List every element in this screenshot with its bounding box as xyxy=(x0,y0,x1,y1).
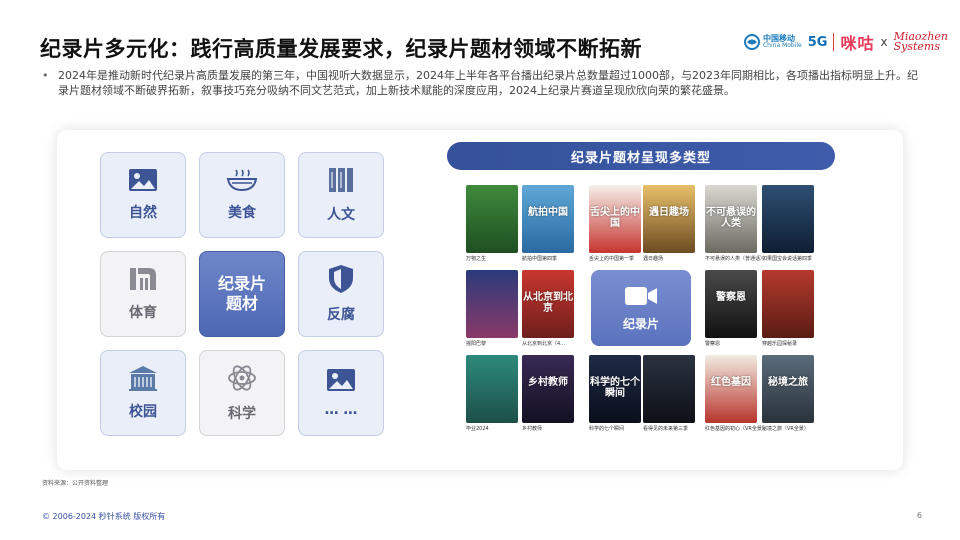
bowl-icon xyxy=(226,169,258,192)
documentary-tile: 纪录片 xyxy=(591,270,691,346)
poster-caption: 红色基因的初心（VR全景） xyxy=(705,426,767,432)
atom-icon xyxy=(228,365,256,391)
tile-center-topic: 纪录片 题材 xyxy=(199,251,285,337)
topic-banner: 纪录片题材呈现多类型 xyxy=(447,142,835,170)
intro-bullet: • 2024年是推动新时代纪录片高质量发展的第三年，中国视听大数据显示，2024… xyxy=(42,68,922,98)
documentary-poster: 舌尖上的中国 xyxy=(589,185,641,253)
documentary-poster xyxy=(466,355,518,423)
poster-caption: 从北京到北京（4… xyxy=(522,341,566,347)
tile-anticorruption: 反腐 xyxy=(298,251,384,337)
poster-title: 航拍中国 xyxy=(528,207,568,218)
stadium-icon xyxy=(130,268,156,290)
tile-campus: 校园 xyxy=(100,350,186,436)
intro-text: 2024年是推动新时代纪录片高质量发展的第三年，中国视听大数据显示，2024年上… xyxy=(58,69,918,97)
poster-caption: 科学的七个瞬间 xyxy=(589,426,625,432)
poster-title: 红色基因 xyxy=(711,377,751,388)
china-mobile-icon xyxy=(743,34,760,50)
school-building-icon xyxy=(129,366,157,391)
poster-title: 舌尖上的中国 xyxy=(590,207,640,229)
tile-nature: 自然 xyxy=(100,152,186,238)
documentary-poster: 乡村教师 xyxy=(522,355,574,423)
documentary-poster xyxy=(466,185,518,253)
poster-caption: 万物之生 xyxy=(466,256,487,262)
poster-caption: 遇日趣场 xyxy=(643,256,664,262)
image-icon xyxy=(327,369,355,391)
documentary-poster: 航拍中国 xyxy=(522,185,574,253)
documentary-poster: 遇日趣场 xyxy=(643,185,695,253)
miaozhen-logo: Miaozhen Systems xyxy=(893,30,948,53)
tile-campus-label: 校园 xyxy=(129,404,157,420)
tile-sports-label: 体育 xyxy=(129,305,157,321)
documentary-poster: 秘境之旅 xyxy=(762,355,814,423)
tile-more: … … xyxy=(298,350,384,436)
five-g-logo: 5G xyxy=(807,34,828,50)
books-icon xyxy=(329,168,353,192)
poster-title: 从北京到北京 xyxy=(523,292,573,314)
poster-caption: 如果国宝会说话第四季 xyxy=(762,256,813,262)
shield-icon xyxy=(329,265,353,293)
source-note: 资料来源：公开资料整理 xyxy=(42,480,109,487)
poster-caption: 秘境之旅（VR全景） xyxy=(762,426,809,432)
page-number: 6 xyxy=(916,511,922,520)
migu-logo: 咪咕 xyxy=(840,34,875,53)
documentary-poster: 科学的七个瞬间 xyxy=(589,355,641,423)
tile-science-label: 科学 xyxy=(228,406,256,422)
tile-nature-label: 自然 xyxy=(129,205,157,221)
documentary-poster xyxy=(643,355,695,423)
image-icon xyxy=(129,169,157,191)
miaozhen-line-2: Systems xyxy=(893,40,940,53)
poster-caption: 摇阳巴黎 xyxy=(466,341,487,347)
tile-science: 科学 xyxy=(199,350,285,436)
china-mobile-en: China Mobile xyxy=(762,42,802,50)
poster-title: 警察恩 xyxy=(716,292,746,303)
tile-culture: 人文 xyxy=(298,152,384,238)
poster-caption: 乡村教师 xyxy=(522,426,543,432)
page-title: 纪录片多元化：践行高质量发展要求，纪录片题材领域不断拓新 xyxy=(40,37,642,61)
poster-title: 科学的七个瞬间 xyxy=(590,377,640,399)
poster-caption: 不可悬误的人类（普通话） xyxy=(705,256,766,262)
poster-title: 秘境之旅 xyxy=(768,377,808,388)
tile-food: 美食 xyxy=(199,152,285,238)
tile-culture-label: 人文 xyxy=(327,207,355,223)
video-camera-icon xyxy=(625,286,657,305)
poster-caption: 毕业2024 xyxy=(466,426,489,432)
documentary-poster: 从北京到北京 xyxy=(522,270,574,338)
poster-caption: 警察恩 xyxy=(705,341,721,347)
documentary-poster: 警察恩 xyxy=(705,270,757,338)
documentary-poster: 不可悬误的人类 xyxy=(705,185,757,253)
logo-x: x xyxy=(880,35,888,49)
tile-center-label: 纪录片 题材 xyxy=(217,274,266,313)
tile-anticorruption-label: 反腐 xyxy=(327,307,355,323)
poster-title: 不可悬误的人类 xyxy=(706,207,756,229)
poster-caption: 看得见的未来第三季 xyxy=(643,426,689,432)
logo-divider xyxy=(833,33,835,51)
documentary-poster xyxy=(762,270,814,338)
documentary-poster xyxy=(466,270,518,338)
poster-title: 乡村教师 xyxy=(528,377,568,388)
poster-caption: 航拍中国第四季 xyxy=(522,256,558,262)
copyright-footer: © 2006-2024 秒针系统 版权所有 xyxy=(42,512,166,521)
documentary-poster xyxy=(762,185,814,253)
china-mobile-logo: 中国移动 China Mobile xyxy=(743,34,802,50)
tile-food-label: 美食 xyxy=(228,205,256,221)
documentary-label: 纪录片 xyxy=(622,316,659,331)
tile-more-label: … … xyxy=(324,402,358,418)
poster-caption: 穿越乐园探秘录 xyxy=(762,341,798,347)
tile-sports: 体育 xyxy=(100,251,186,337)
documentary-poster: 红色基因 xyxy=(705,355,757,423)
poster-title: 遇日趣场 xyxy=(649,207,689,218)
bullet-dot-icon: • xyxy=(42,69,49,82)
poster-caption: 舌尖上的中国第一季 xyxy=(589,256,635,262)
partner-logos: 中国移动 China Mobile 5G 咪咕 x Miaozhen Syste… xyxy=(743,30,948,54)
